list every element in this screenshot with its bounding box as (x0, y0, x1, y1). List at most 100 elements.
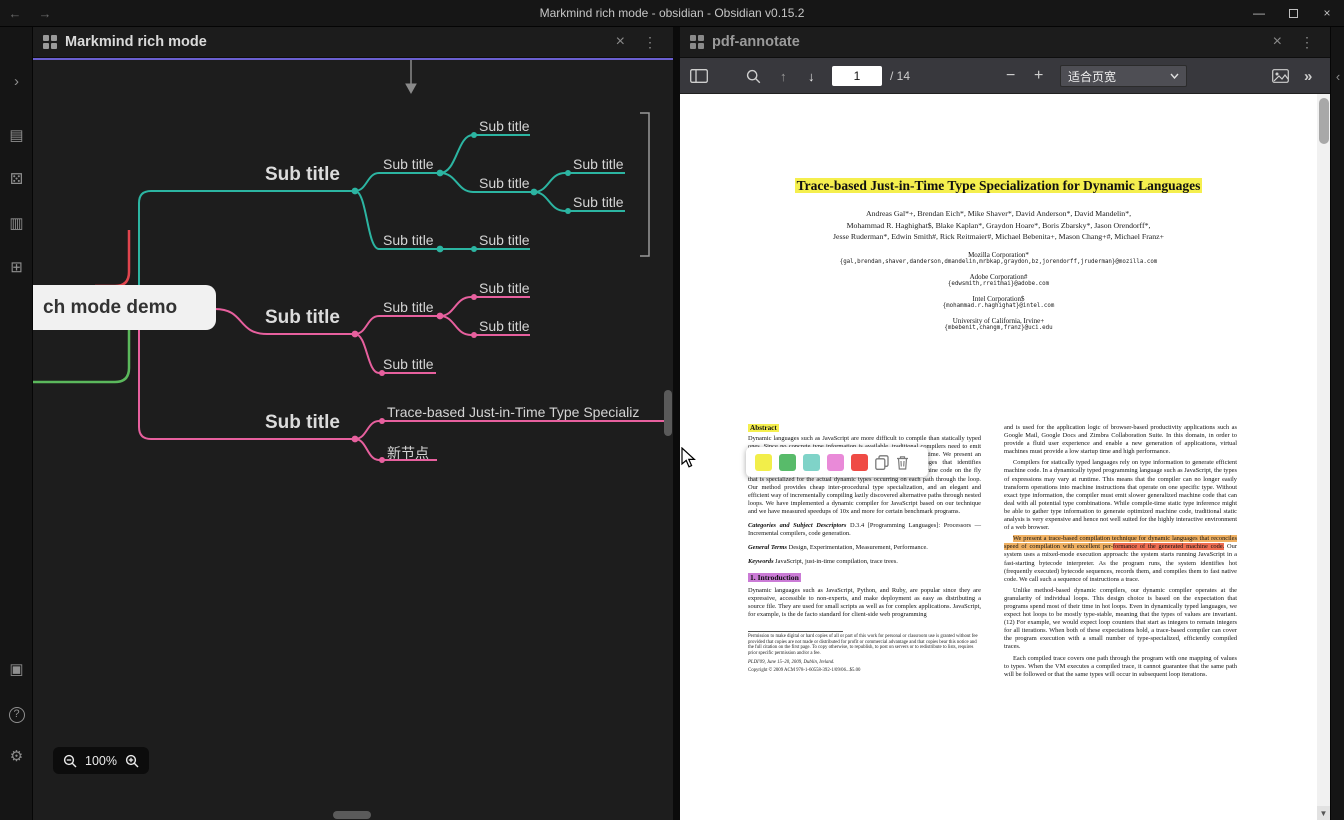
mindmap-canvas[interactable]: ch mode demo Sub title Sub title Sub tit… (33, 58, 673, 820)
zoom-mode-value: 适合页宽 (1068, 69, 1117, 84)
expand-right-sidebar-icon[interactable]: ‹ (1331, 69, 1344, 84)
mindmap-node[interactable]: Sub title (479, 280, 530, 296)
forward-icon[interactable]: → (30, 6, 60, 21)
keywords-text: JavaScript, just-in-time compilation, tr… (773, 558, 898, 566)
back-icon[interactable]: ← (0, 6, 30, 21)
body-paragraph: Unlike method-based dynamic compilers, o… (1004, 586, 1237, 651)
more-options-icon[interactable]: ⋮ (638, 34, 663, 51)
annotation-image-icon[interactable] (1272, 58, 1289, 94)
page-count-label: / 14 (890, 69, 911, 83)
search-icon[interactable] (746, 58, 761, 94)
teal-branch-lines (138, 134, 625, 286)
pdf-tab-header[interactable]: pdf-annotate × ⋮ (680, 27, 1330, 58)
copy-annotation-icon[interactable] (875, 454, 889, 470)
export-image-icon[interactable]: ▣ (0, 661, 33, 679)
zoom-in-button[interactable]: + (1034, 58, 1043, 94)
settings-icon[interactable]: ⚙ (0, 748, 33, 766)
paper-title[interactable]: Trace-based Just-in-Time Type Specializa… (680, 176, 1317, 195)
mindmap-branch-lines (33, 60, 669, 463)
mindmap-node[interactable]: Sub title (479, 232, 530, 248)
mindmap-node[interactable]: Sub title (479, 175, 530, 191)
maximize-icon (1288, 8, 1298, 18)
markmind-note-icon[interactable]: ▤ (0, 127, 33, 145)
mindmap-node[interactable]: Sub title (383, 156, 434, 172)
pane-divider[interactable] (673, 27, 680, 820)
mindmap-node[interactable]: Sub title (479, 118, 530, 134)
highlight-color-yellow[interactable] (755, 453, 772, 471)
scroll-down-arrow[interactable]: ▼ (1317, 806, 1330, 820)
conference-line: PLDI'09, June 15–20, 2009, Dublin, Irela… (748, 659, 835, 665)
highlight-color-red[interactable] (851, 453, 868, 471)
body-paragraph: Each compiled trace covers one path thro… (1004, 654, 1237, 678)
categories-label: Categories and Subject Descriptors (748, 522, 847, 530)
general-terms-label: General Terms (748, 544, 787, 552)
mindmap-pane: Markmind rich mode × ⋮ ch mode demo Sub … (33, 27, 673, 820)
minimize-button[interactable]: — (1242, 0, 1276, 26)
delete-annotation-icon[interactable] (896, 455, 909, 470)
pdf-column-right: and is used for the application logic of… (1004, 424, 1237, 682)
mindmap-node[interactable]: Sub title (573, 194, 624, 210)
help-icon[interactable]: ? (0, 705, 33, 723)
maximize-button[interactable] (1276, 0, 1310, 26)
mindmap-node[interactable]: Sub title (265, 412, 340, 434)
page-number-input[interactable] (832, 66, 882, 86)
pdf-tab-title: pdf-annotate (712, 34, 800, 50)
highlight-color-pink[interactable] (827, 453, 844, 471)
close-button[interactable]: × (1310, 0, 1344, 26)
zoom-in-icon[interactable] (125, 754, 139, 768)
tab-grid-icon (43, 35, 57, 49)
mindmap-node[interactable]: Sub title (383, 356, 434, 372)
highlight-color-green[interactable] (779, 453, 796, 471)
paper-affiliations: Mozilla Corporation* {gal,brendan,shaver… (839, 250, 1158, 331)
copyright-line: Copyright © 2009 ACM 978-1-60558-392-1/0… (748, 668, 861, 674)
pdf-scrollbar-track[interactable]: ▼ (1317, 94, 1330, 820)
highlight-annotation-strong[interactable]: formance of the generated machine code. (1112, 543, 1225, 551)
red-branch-line (95, 230, 131, 288)
mindmap-node[interactable]: Sub title (265, 164, 340, 186)
abstract-heading-highlight[interactable]: Abstract (748, 424, 779, 432)
mindmap-node[interactable]: Sub title (383, 299, 434, 315)
mindmap-node[interactable]: Sub title (479, 318, 530, 334)
more-tools-icon[interactable]: » (1304, 58, 1312, 94)
pdf-page-header: Trace-based Just-in-Time Type Specializa… (680, 176, 1317, 331)
pdf-scrollbar-thumb[interactable] (1319, 98, 1329, 144)
green-branch-line (33, 330, 131, 384)
mindmap-node[interactable]: Sub title (383, 232, 434, 248)
mindmap-node[interactable]: 新节点 (387, 443, 429, 463)
pdf-viewer[interactable]: Trace-based Just-in-Time Type Specializa… (680, 94, 1330, 820)
zoom-out-button[interactable]: − (1006, 58, 1015, 94)
horizontal-scrollbar-thumb[interactable] (333, 811, 371, 819)
rich-mode-icon[interactable]: ▥ (0, 215, 33, 233)
mindmap-tab-header[interactable]: Markmind rich mode × ⋮ (33, 27, 673, 58)
close-tab-icon[interactable]: × (1268, 33, 1287, 51)
mindmap-root-node[interactable]: ch mode demo (33, 285, 216, 330)
tab-grid-icon (690, 35, 704, 49)
left-ribbon: › ▤ ⚄ ▥ ⊞ ▣ ? ⚙ (0, 27, 33, 820)
close-tab-icon[interactable]: × (611, 33, 630, 51)
random-note-icon[interactable]: ⚄ (0, 171, 33, 189)
grid-view-icon[interactable]: ⊞ (0, 259, 33, 277)
highlight-color-cyan[interactable] (803, 453, 820, 471)
summary-arrow (405, 60, 417, 95)
mindmap-node[interactable]: Sub title (573, 156, 624, 172)
previous-page-icon[interactable]: ↑ (780, 58, 787, 94)
vertical-scrollbar-thumb[interactable] (664, 390, 672, 436)
annotation-toolbar (746, 447, 928, 477)
expand-sidebar-icon[interactable]: › (0, 73, 33, 91)
body-paragraph: We present a trace-based compilation tec… (1004, 535, 1237, 583)
chevron-down-icon (1170, 73, 1179, 79)
zoom-control: 100% (53, 747, 149, 774)
zoom-mode-select[interactable]: 适合页宽 (1060, 65, 1187, 87)
introduction-heading-highlight[interactable]: 1. Introduction (748, 573, 801, 583)
obsidian-app: { "titlebar": { "back_glyph": "←", "forw… (0, 0, 1344, 820)
more-options-icon[interactable]: ⋮ (1295, 34, 1320, 51)
right-sidebar-strip: ‹ (1330, 27, 1344, 820)
body-paragraph: Compilers for statically typed languages… (1004, 459, 1237, 532)
toggle-sidebar-icon[interactable] (690, 58, 708, 94)
zoom-out-icon[interactable] (63, 754, 77, 768)
next-page-icon[interactable]: ↓ (808, 58, 815, 94)
general-terms-text: Design, Experimentation, Measurement, Pe… (787, 544, 928, 552)
permission-note: Permission to make digital or hard copie… (748, 633, 978, 656)
mindmap-node[interactable]: Trace-based Just-in-Time Type Specializ (387, 404, 639, 420)
mindmap-node[interactable]: Sub title (265, 307, 340, 329)
